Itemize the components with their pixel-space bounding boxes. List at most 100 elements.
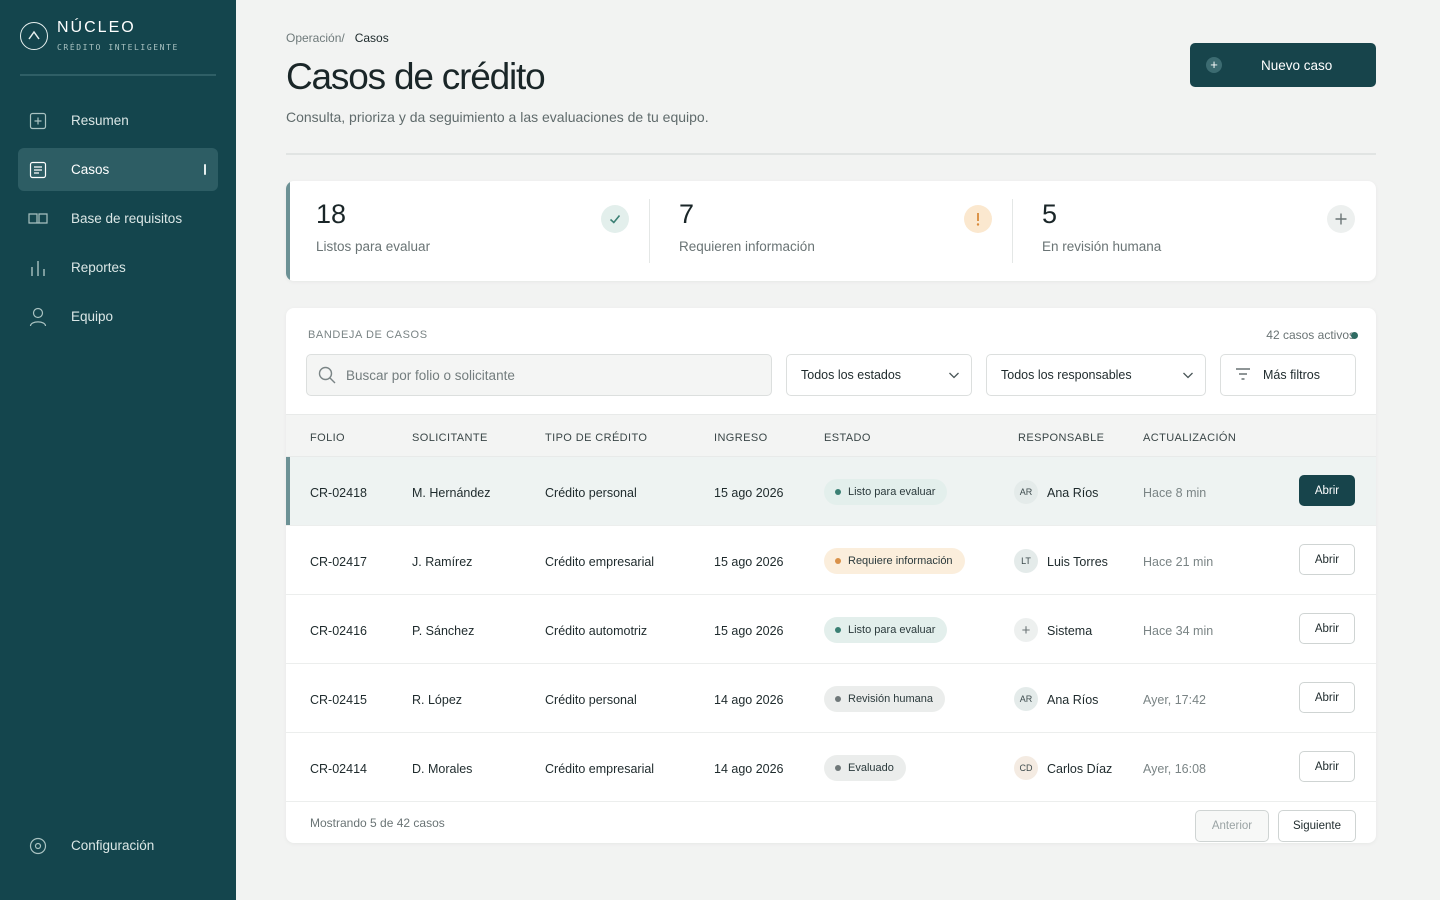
cell-owner: Carlos Díaz bbox=[1047, 762, 1113, 776]
previous-page-button[interactable]: Anterior bbox=[1195, 810, 1269, 842]
cell-owner: Luis Torres bbox=[1047, 555, 1108, 569]
more-filters-label: Más filtros bbox=[1263, 368, 1320, 382]
active-cases-label: 42 casos activos bbox=[1266, 328, 1355, 342]
table-row[interactable]: CR-02417 J. Ramírez Crédito empresarial … bbox=[286, 526, 1376, 595]
breadcrumb-current: Casos bbox=[354, 31, 389, 45]
plus-icon: + bbox=[1206, 57, 1222, 73]
user-icon bbox=[28, 307, 48, 327]
brand[interactable]: NÚCLEO CRÉDITO INTELIGENTE bbox=[20, 19, 179, 52]
column-status[interactable]: ESTADO bbox=[824, 432, 871, 444]
next-page-button[interactable]: Siguiente bbox=[1278, 810, 1356, 842]
avatar: AR bbox=[1014, 687, 1038, 711]
stats-card: 18 Listos para evaluar 7 Requieren infor… bbox=[286, 181, 1376, 281]
search-icon bbox=[317, 365, 337, 385]
sidebar-item-base-de-requisitos[interactable]: Base de requisitos bbox=[18, 197, 218, 240]
cell-updated: Ayer, 17:42 bbox=[1143, 693, 1207, 707]
cell-credit-type: Crédito personal bbox=[545, 693, 637, 707]
column-intake[interactable]: INGRESO bbox=[714, 432, 768, 444]
breadcrumb: Operación/ Casos bbox=[286, 31, 389, 45]
breadcrumb-parent[interactable]: Operación/ bbox=[286, 31, 345, 45]
status-dot-icon bbox=[835, 765, 841, 771]
sidebar-item-label: Configuración bbox=[71, 838, 155, 853]
search-input[interactable] bbox=[346, 367, 746, 383]
page-title: Casos de crédito bbox=[286, 56, 546, 97]
system-avatar-icon: + bbox=[1014, 618, 1038, 642]
sidebar-nav: Resumen Casos Base de requisitos Reporte… bbox=[18, 99, 218, 344]
status-badge: Listo para evaluar bbox=[824, 617, 948, 643]
cell-credit-type: Crédito personal bbox=[545, 486, 637, 500]
search-box[interactable] bbox=[306, 354, 772, 396]
sidebar-divider bbox=[20, 74, 216, 76]
chevron-down-icon bbox=[1181, 368, 1195, 385]
cell-folio: CR-02418 bbox=[310, 486, 367, 500]
document-icon bbox=[28, 160, 48, 180]
chevron-down-icon bbox=[947, 368, 961, 385]
stat-human-review[interactable]: 5 En revisión humana bbox=[1012, 181, 1375, 281]
new-case-label: Nuevo caso bbox=[1261, 57, 1333, 73]
column-credit-type[interactable]: TIPO DE CRÉDITO bbox=[545, 432, 647, 444]
cell-owner: Ana Ríos bbox=[1047, 693, 1099, 707]
stat-ready[interactable]: 18 Listos para evaluar bbox=[286, 181, 649, 281]
column-applicant[interactable]: SOLICITANTE bbox=[412, 432, 488, 444]
open-case-button[interactable]: Abrir bbox=[1299, 475, 1355, 506]
open-case-button[interactable]: Abrir bbox=[1299, 544, 1355, 575]
cell-credit-type: Crédito automotriz bbox=[545, 624, 648, 638]
sidebar-item-equipo[interactable]: Equipo bbox=[18, 295, 218, 338]
status-label: Requiere información bbox=[848, 555, 953, 567]
status-label: Listo para evaluar bbox=[848, 486, 936, 498]
cell-applicant: M. Hernández bbox=[412, 486, 491, 500]
status-dot-icon bbox=[835, 489, 841, 495]
status-label: Evaluado bbox=[848, 762, 894, 774]
sidebar-item-label: Casos bbox=[71, 162, 110, 177]
status-dot-icon bbox=[835, 627, 841, 633]
open-case-button[interactable]: Abrir bbox=[1299, 613, 1355, 644]
active-indicator bbox=[204, 164, 206, 175]
new-case-button[interactable]: + Nuevo caso bbox=[1190, 43, 1376, 87]
logo-icon bbox=[20, 22, 48, 50]
cell-folio: CR-02416 bbox=[310, 624, 367, 638]
cell-folio: CR-02415 bbox=[310, 693, 367, 707]
cell-intake: 15 ago 2026 bbox=[714, 486, 784, 500]
status-filter-select[interactable]: Todos los estados bbox=[786, 354, 972, 396]
cell-updated: Hace 8 min bbox=[1143, 486, 1207, 500]
column-folio[interactable]: FOLIO bbox=[310, 432, 345, 444]
sidebar-item-label: Resumen bbox=[71, 113, 129, 128]
table-row[interactable]: CR-02418 M. Hernández Crédito personal 1… bbox=[286, 457, 1376, 526]
sidebar-item-resumen[interactable]: Resumen bbox=[18, 99, 218, 142]
table-row[interactable]: CR-02416 P. Sánchez Crédito automotriz 1… bbox=[286, 595, 1376, 664]
stat-needs-info[interactable]: 7 Requieren información bbox=[649, 181, 1012, 281]
owner-filter-value: Todos los responsables bbox=[1001, 368, 1132, 382]
stat-label: Requieren información bbox=[679, 239, 815, 254]
cell-applicant: J. Ramírez bbox=[412, 555, 473, 569]
column-updated[interactable]: ACTUALIZACIÓN bbox=[1143, 432, 1236, 444]
cell-intake: 14 ago 2026 bbox=[714, 762, 784, 776]
avatar: LT bbox=[1014, 549, 1038, 573]
cell-applicant: R. López bbox=[412, 693, 463, 707]
more-filters-button[interactable]: Más filtros bbox=[1220, 354, 1356, 396]
active-cases-count: 42 casos activos bbox=[1266, 328, 1358, 342]
header-divider bbox=[286, 153, 1376, 155]
open-case-button[interactable]: Abrir bbox=[1299, 751, 1355, 782]
table-row[interactable]: CR-02415 R. López Crédito personal 14 ag… bbox=[286, 664, 1376, 733]
owner-filter-select[interactable]: Todos los responsables bbox=[986, 354, 1206, 396]
table-row[interactable]: CR-02414 D. Morales Crédito empresarial … bbox=[286, 733, 1376, 802]
cases-panel: BANDEJA DE CASOS 42 casos activos Todos … bbox=[286, 308, 1376, 843]
open-case-button[interactable]: Abrir bbox=[1299, 682, 1355, 713]
status-dot-icon bbox=[1351, 331, 1358, 339]
sidebar-item-reportes[interactable]: Reportes bbox=[18, 246, 218, 289]
status-dot-icon bbox=[835, 558, 841, 564]
pagination-summary: Mostrando 5 de 42 casos bbox=[310, 816, 445, 830]
sidebar: NÚCLEO CRÉDITO INTELIGENTE Resumen Casos… bbox=[0, 0, 236, 900]
sidebar-item-casos[interactable]: Casos bbox=[18, 148, 218, 191]
filter-icon bbox=[1235, 367, 1251, 384]
status-dot-icon bbox=[835, 696, 841, 702]
sidebar-item-configuracion[interactable]: Configuración bbox=[18, 824, 218, 867]
avatar: AR bbox=[1014, 480, 1038, 504]
cell-credit-type: Crédito empresarial bbox=[545, 762, 655, 776]
alert-icon bbox=[964, 205, 992, 233]
brand-tagline: CRÉDITO INTELIGENTE bbox=[57, 43, 179, 52]
book-icon bbox=[28, 209, 48, 229]
cell-owner: Sistema bbox=[1047, 624, 1093, 638]
status-badge: Revisión humana bbox=[824, 686, 945, 712]
column-owner[interactable]: RESPONSABLE bbox=[1018, 432, 1104, 444]
